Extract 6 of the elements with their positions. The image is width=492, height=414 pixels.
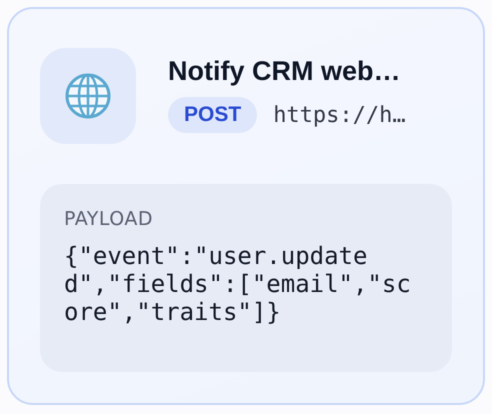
globe-icon [64, 72, 112, 120]
method-badge: POST [168, 97, 258, 133]
url-text: https://h… [273, 102, 406, 128]
webhook-title: Notify CRM web… [168, 56, 402, 87]
payload-code: {"event":"user.updated","fields":["email","score","traits"]} [64, 242, 412, 326]
payload-label: PAYLOAD [64, 208, 154, 230]
